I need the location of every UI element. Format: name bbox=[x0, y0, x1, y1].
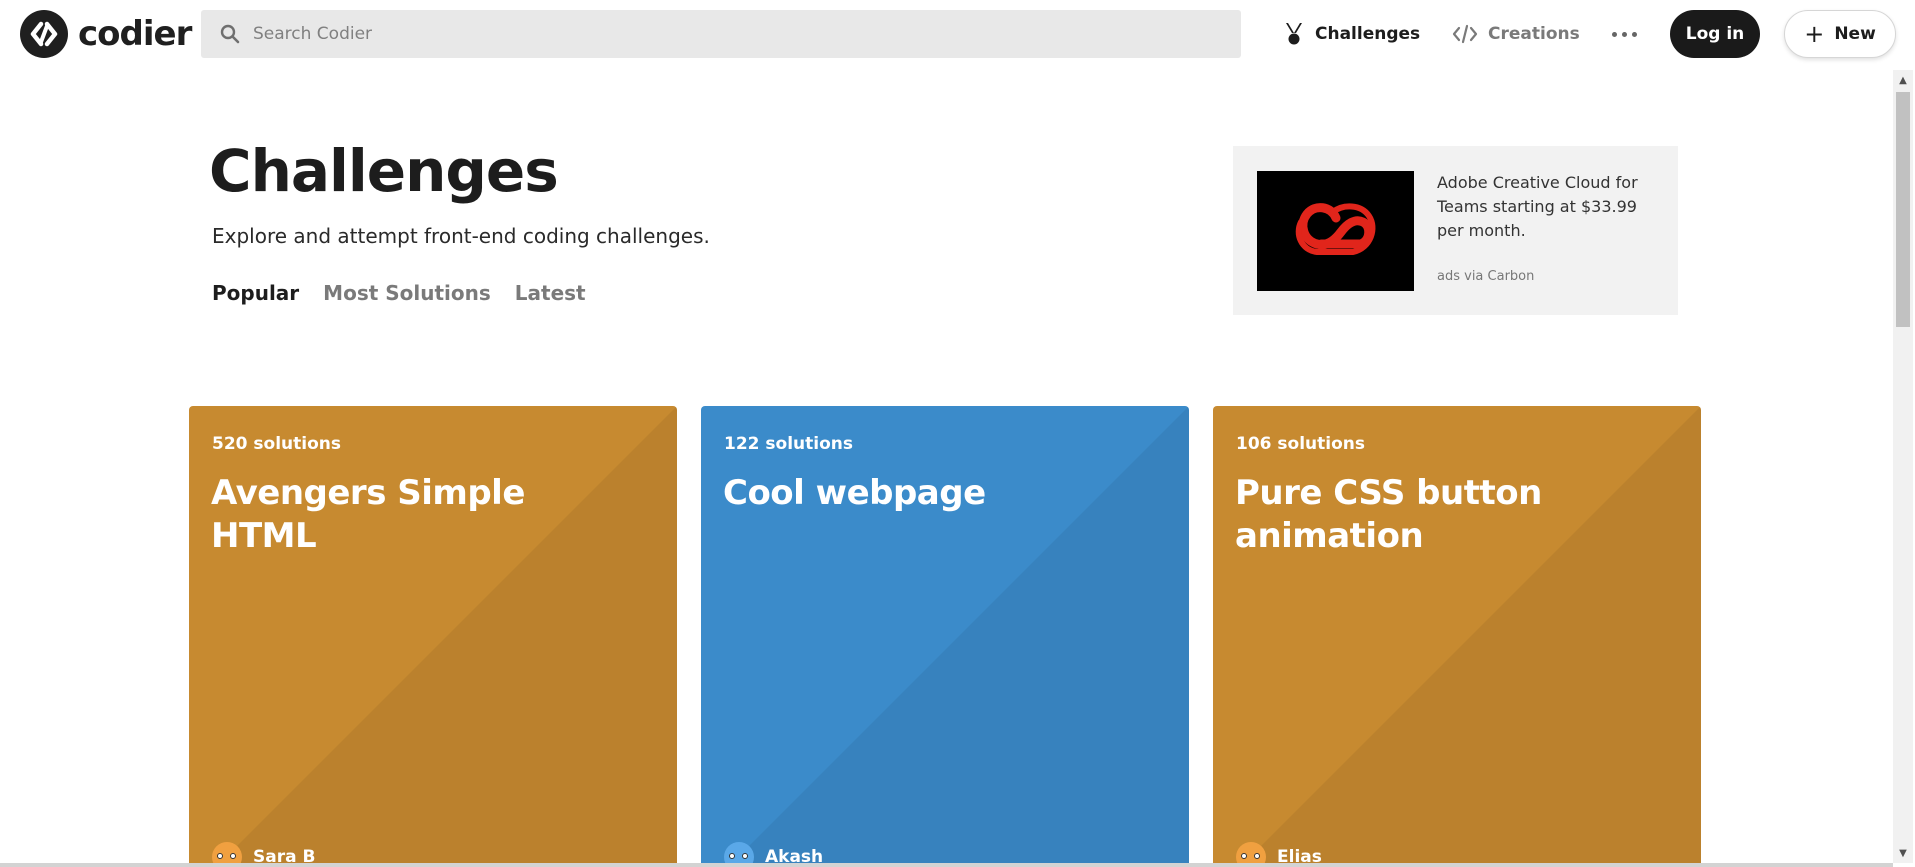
filter-tab-latest[interactable]: Latest bbox=[515, 281, 586, 305]
scroll-up-arrow-icon[interactable]: ▲ bbox=[1893, 70, 1913, 90]
ad-text-link[interactable]: Adobe Creative Cloud for Teams starting … bbox=[1437, 171, 1652, 243]
solution-count: 106 solutions bbox=[1236, 434, 1365, 454]
filter-tabs: Popular Most Solutions Latest bbox=[212, 281, 610, 305]
challenge-title[interactable]: Avengers Simple HTML bbox=[211, 472, 641, 558]
ad-via-link[interactable]: ads via Carbon bbox=[1437, 269, 1534, 284]
avatar-eye-icon bbox=[1241, 853, 1247, 859]
search-icon bbox=[219, 23, 241, 45]
challenge-card[interactable]: 106 solutions Pure CSS button animation … bbox=[1213, 406, 1701, 867]
vertical-scrollbar[interactable]: ▲ ▼ bbox=[1893, 70, 1913, 863]
nav-creations-link[interactable]: Creations bbox=[1452, 14, 1580, 54]
search-bar[interactable] bbox=[201, 10, 1241, 58]
nav-challenges-label: Challenges bbox=[1315, 24, 1421, 44]
dot-icon bbox=[1621, 31, 1627, 37]
scrollbar-thumb[interactable] bbox=[1896, 92, 1910, 327]
logo-text: codier bbox=[78, 14, 192, 54]
challenge-card[interactable]: 520 solutions Avengers Simple HTML Sara … bbox=[189, 406, 677, 867]
filter-tab-most-solutions[interactable]: Most Solutions bbox=[323, 281, 491, 305]
nav-creations-label: Creations bbox=[1488, 24, 1580, 44]
page-subtitle: Explore and attempt front-end coding cha… bbox=[212, 224, 710, 248]
horizontal-scrollbar-track bbox=[0, 863, 1893, 867]
challenge-title[interactable]: Cool webpage bbox=[723, 472, 1153, 515]
solution-count: 520 solutions bbox=[212, 434, 341, 454]
dot-icon bbox=[1631, 31, 1637, 37]
codier-logo-icon bbox=[20, 10, 68, 58]
nav-challenges-link[interactable]: Challenges bbox=[1283, 14, 1420, 54]
avatar-eye-icon bbox=[230, 853, 236, 859]
solution-count: 122 solutions bbox=[724, 434, 853, 454]
medal-icon bbox=[1283, 22, 1305, 46]
filter-tab-popular[interactable]: Popular bbox=[212, 281, 299, 305]
carbon-ad: Adobe Creative Cloud for Teams starting … bbox=[1233, 146, 1678, 315]
codier-logo-link[interactable]: codier bbox=[20, 10, 192, 58]
avatar-eye-icon bbox=[217, 853, 223, 859]
search-input[interactable] bbox=[253, 14, 1213, 54]
new-button-label: New bbox=[1834, 24, 1876, 44]
avatar-eye-icon bbox=[729, 853, 735, 859]
page-title: Challenges bbox=[209, 137, 559, 205]
creative-cloud-logo-icon bbox=[1295, 203, 1375, 255]
avatar-eye-icon bbox=[742, 853, 748, 859]
avatar-eye-icon bbox=[1254, 853, 1260, 859]
plus-icon: + bbox=[1804, 20, 1825, 48]
new-button[interactable]: + New bbox=[1784, 10, 1896, 58]
top-navigation-bar: codier Challenges Crea bbox=[0, 0, 1915, 68]
login-button[interactable]: Log in bbox=[1670, 10, 1760, 58]
ad-image[interactable] bbox=[1257, 171, 1414, 291]
more-options-button[interactable] bbox=[1604, 14, 1644, 54]
scroll-down-arrow-icon[interactable]: ▼ bbox=[1893, 843, 1913, 863]
challenge-title[interactable]: Pure CSS button animation bbox=[1235, 472, 1665, 558]
code-icon bbox=[1452, 24, 1478, 44]
challenge-card[interactable]: 122 solutions Cool webpage Akash bbox=[701, 406, 1189, 867]
dot-icon bbox=[1611, 31, 1617, 37]
